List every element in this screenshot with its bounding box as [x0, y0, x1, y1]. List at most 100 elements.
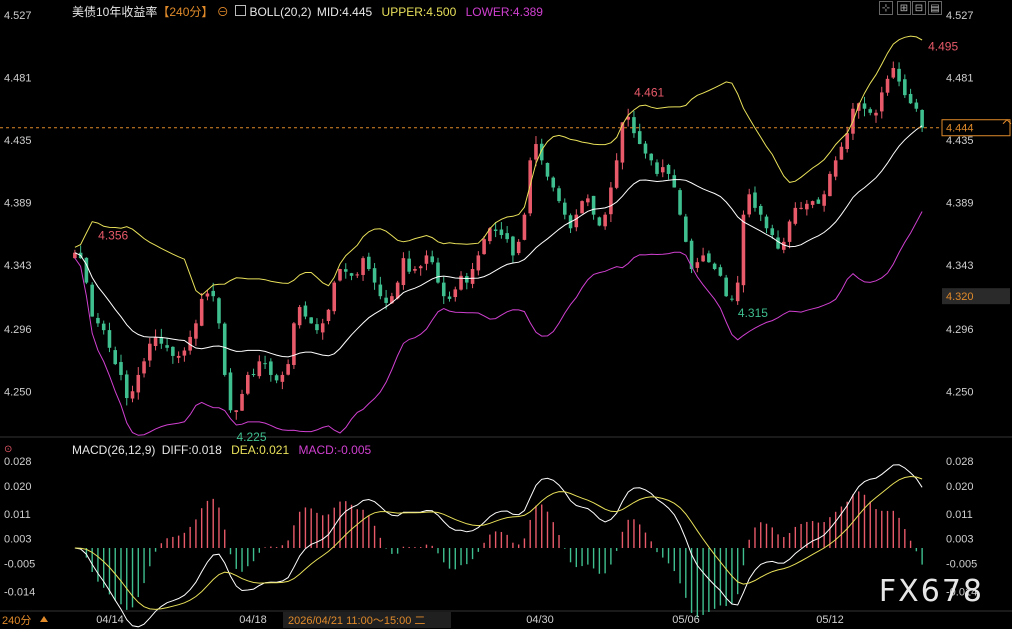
candle-body [326, 309, 331, 322]
candle-body [753, 192, 757, 208]
candle-body [643, 143, 648, 154]
period-selector: 240分 [2, 614, 31, 627]
candle-body [142, 361, 146, 374]
candle-body [845, 133, 849, 150]
candle-body [280, 374, 285, 382]
candle-body [695, 262, 700, 268]
candle-body [499, 229, 504, 236]
candle-body [395, 282, 400, 299]
candle-body [522, 214, 527, 240]
candle-body [591, 195, 596, 215]
candle-body [171, 346, 175, 356]
candle-body [580, 201, 584, 214]
candle-body [194, 323, 198, 339]
candle-body [655, 162, 659, 174]
candle-body [447, 296, 452, 299]
candle-body [805, 203, 809, 210]
candle-body [874, 112, 878, 116]
x-date-label: 04/14 [96, 614, 124, 626]
candle-body [551, 177, 556, 188]
x-date-label: 05/12 [816, 614, 844, 626]
candle-body [724, 277, 728, 297]
candle-body [222, 323, 227, 375]
watermark: FX678 [878, 574, 984, 609]
candle-body [770, 228, 775, 236]
candle-body [920, 109, 924, 128]
candle-body [476, 255, 481, 271]
macd-tick-left: 0.020 [4, 481, 32, 493]
annotation-low_2: 4.315 [738, 306, 768, 320]
price-tick-right: 4.389 [946, 197, 974, 209]
candle-body [119, 362, 123, 375]
price-tick-left: 4.296 [4, 324, 32, 336]
candle-body [424, 255, 429, 264]
candle-body [343, 269, 348, 272]
macd-tick-right: -0.005 [946, 559, 977, 571]
candle-body [707, 253, 711, 263]
candle-body [107, 330, 112, 348]
candle-body [828, 173, 832, 197]
candle-body [320, 323, 325, 333]
candle-body [545, 162, 550, 177]
candle-body [338, 269, 342, 281]
candle-body [401, 258, 406, 286]
macd-tick-left: -0.014 [4, 586, 35, 598]
crosshair-icon[interactable]: ⊹ [879, 1, 893, 15]
candle-body [574, 214, 579, 228]
candle-body [516, 241, 521, 254]
price-tick-right: 4.481 [946, 72, 974, 84]
macd-tick-left: 0.003 [4, 534, 32, 546]
candle-body [153, 336, 158, 347]
candle-body [84, 257, 89, 283]
x-date-label: 05/06 [672, 614, 700, 626]
price-tick-left: 4.481 [4, 72, 32, 84]
macd-tick-right: 0.028 [946, 456, 974, 468]
candle-body [303, 305, 308, 317]
candle-body [776, 237, 780, 249]
macd-label: MACD(26,12,9) [72, 443, 156, 457]
candle-body [764, 216, 769, 229]
boll-mid: MID:4.445 [316, 5, 373, 19]
candle-body [367, 256, 371, 270]
price-tick-left: 4.343 [4, 260, 32, 272]
zoom-in-icon[interactable]: ⊞ [897, 1, 911, 15]
annotation-high_1: 4.356 [98, 228, 128, 242]
candle-body [885, 78, 890, 93]
boll-icon[interactable] [235, 5, 247, 16]
candle-body [436, 262, 440, 283]
candle-body [430, 256, 435, 263]
hover-price-value: 4.320 [946, 291, 974, 303]
zoom-out-icon[interactable]: ⊟ [912, 1, 926, 15]
candle-body [914, 102, 919, 109]
price-tick-right: 4.296 [946, 324, 974, 336]
candle-body [586, 198, 590, 203]
candle-body [672, 175, 677, 188]
candle-body [441, 282, 446, 297]
candle-body [465, 276, 469, 283]
macd-settings-icon[interactable]: ⊙ [4, 444, 12, 455]
price-tick-right: 4.527 [946, 10, 974, 22]
price-tick-left: 4.389 [4, 197, 32, 209]
candle-body [557, 188, 561, 202]
chart-canvas[interactable]: 4.527 4.527 4.481 4.481 4.435 4.435 4.389 4.389… [0, 0, 1012, 629]
candle-body [822, 194, 826, 206]
candle-body [453, 289, 458, 298]
candle-body [246, 374, 250, 394]
candle-body [684, 216, 688, 242]
settings-icon[interactable]: ▤ [928, 1, 942, 15]
candle-body [228, 372, 233, 411]
period-tag[interactable]: 【240分】 [157, 5, 213, 19]
candle-body [292, 323, 296, 366]
candle-body [614, 160, 619, 188]
candle-body [839, 146, 844, 160]
candle-body [735, 282, 740, 302]
candle-body [511, 236, 515, 256]
period-dropdown-icon [40, 616, 48, 622]
candle-body [833, 160, 838, 177]
candle-body [758, 206, 763, 215]
price-tick-right: 4.250 [946, 386, 974, 398]
candle-body [384, 297, 388, 303]
boll-label: BOLL(20,2) [249, 5, 312, 19]
indicator-toggle-icon[interactable]: ⊖ [217, 5, 229, 19]
candle-body [470, 269, 475, 284]
